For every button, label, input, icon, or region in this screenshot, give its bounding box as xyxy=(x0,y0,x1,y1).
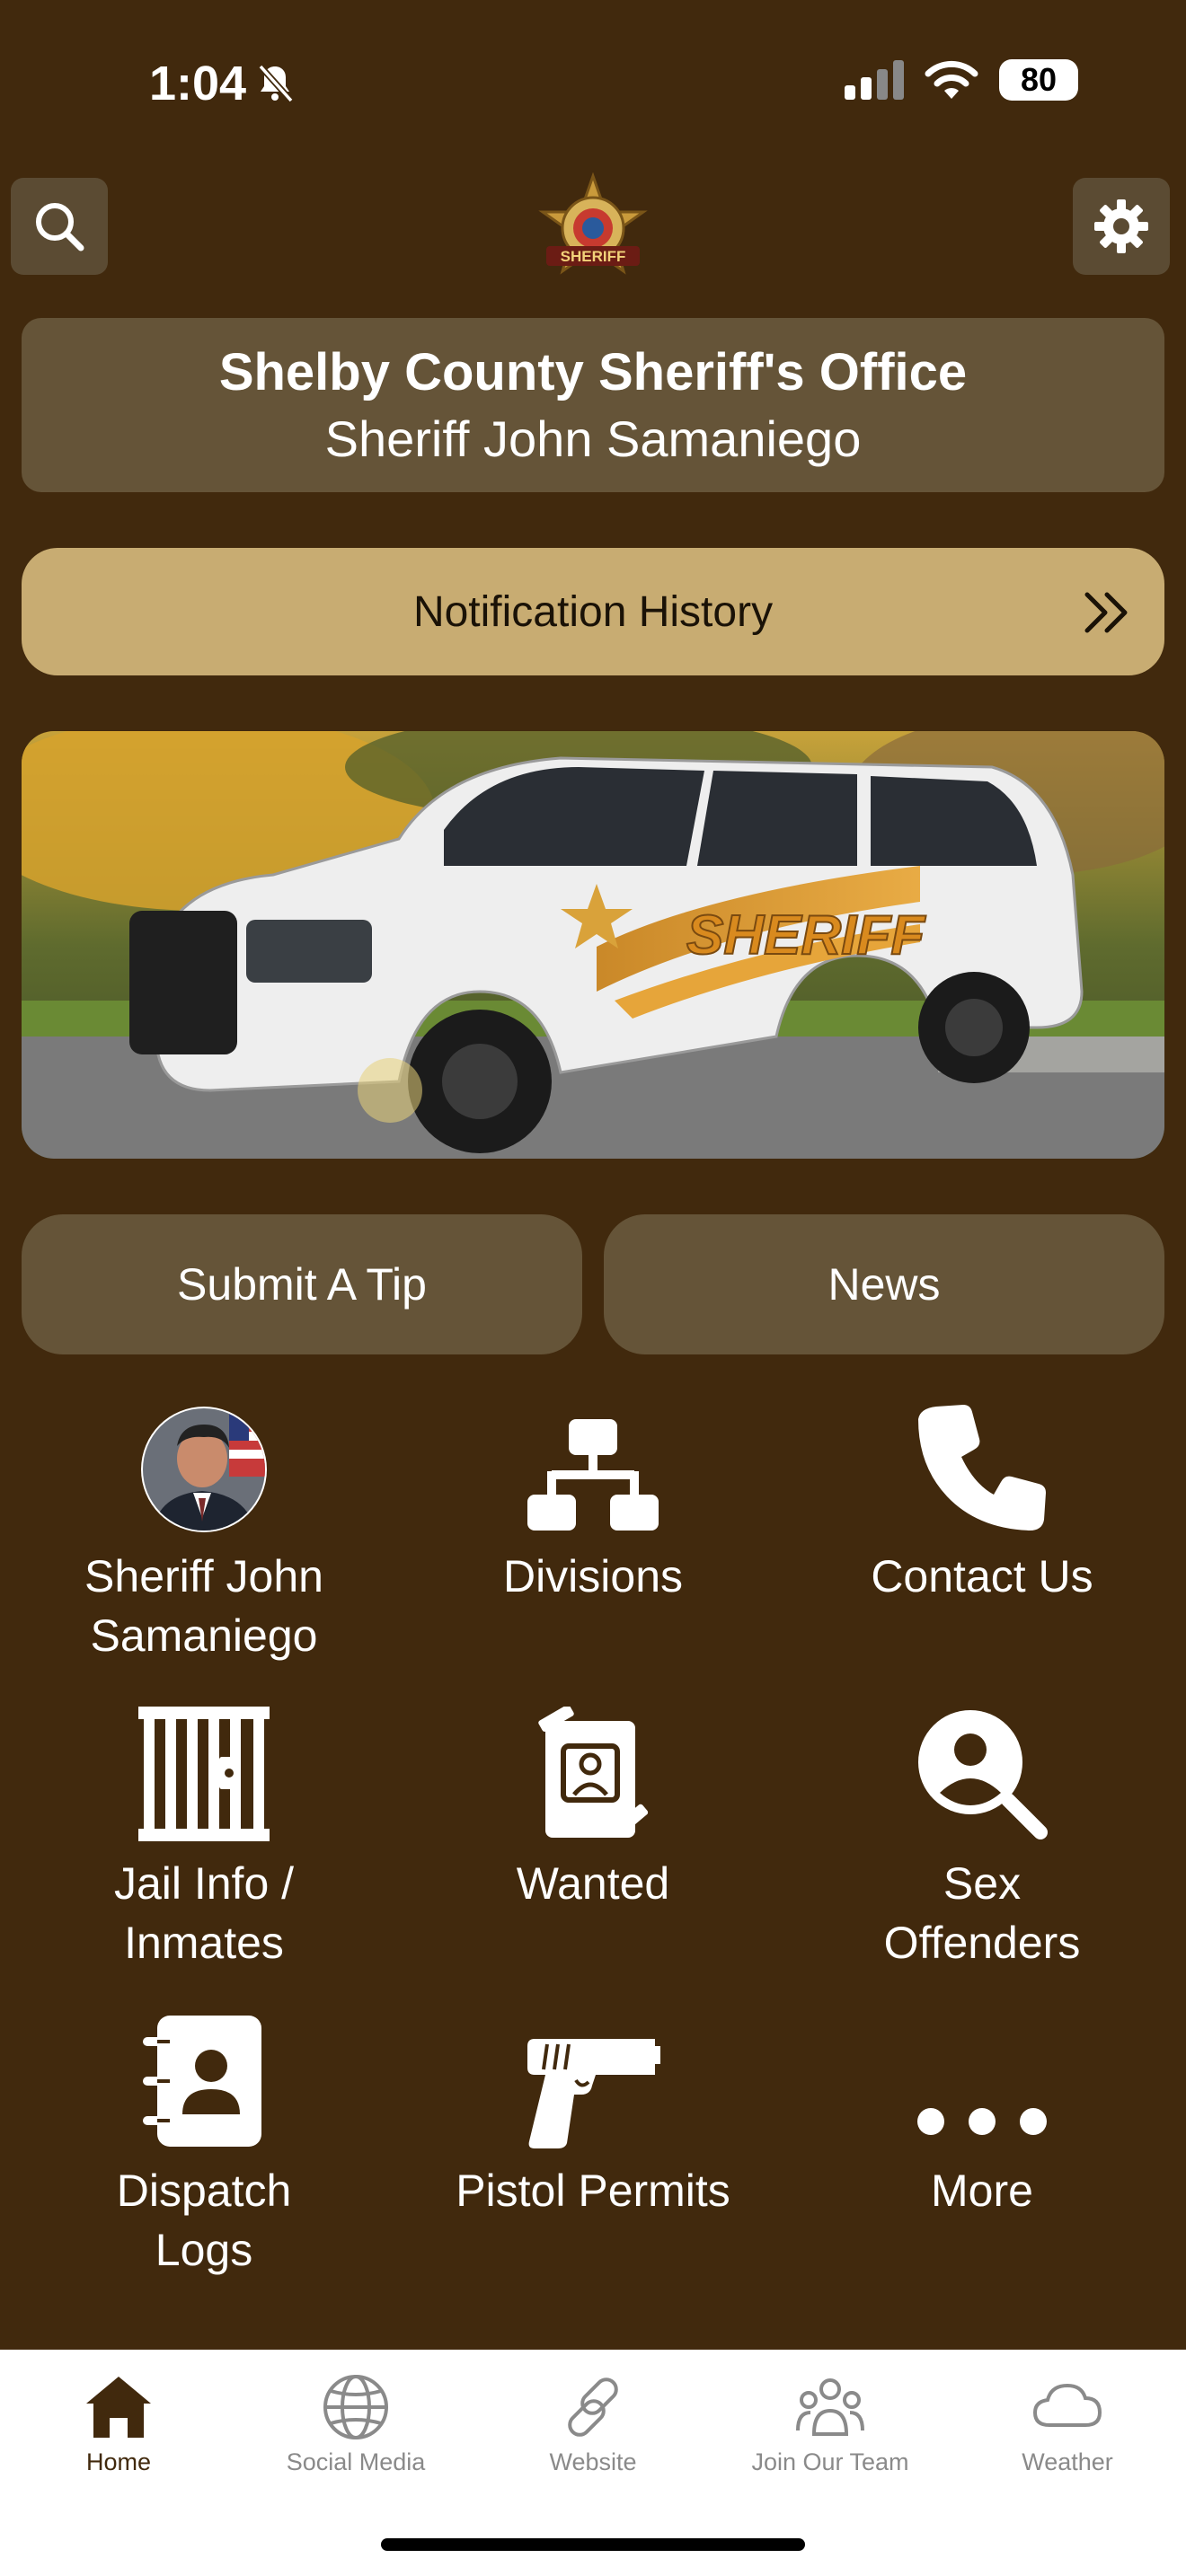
more-dots-icon xyxy=(917,2108,1047,2135)
tab-weather[interactable]: Weather xyxy=(949,2371,1186,2476)
grid-item-contact[interactable]: Contact Us xyxy=(789,1399,1175,1606)
tab-home-label: Home xyxy=(85,2448,152,2475)
grid-label-sex-offenders-line2: Offenders xyxy=(883,1918,1081,1968)
contact-book-icon xyxy=(143,2016,261,2147)
grid-label-dispatch-line2: Logs xyxy=(155,2225,253,2275)
wanted-poster-icon xyxy=(538,1707,649,1838)
notification-history-button[interactable]: Notification History xyxy=(22,548,1164,675)
org-chart-icon xyxy=(527,1419,659,1531)
vehicle-decal-text: SHERIFF xyxy=(686,904,926,966)
double-chevron-right-icon xyxy=(1084,592,1128,633)
jail-bars-icon xyxy=(138,1707,270,1841)
home-icon xyxy=(86,2377,151,2438)
phone-icon xyxy=(918,1405,1046,1531)
grid-item-sheriff[interactable]: Sheriff John Samaniego xyxy=(11,1399,397,1665)
gear-icon xyxy=(1094,199,1148,253)
logo-badge-text: SHERIFF xyxy=(561,248,626,265)
people-icon xyxy=(796,2378,864,2436)
grid-label-sheriff-line1: Sheriff John xyxy=(84,1551,323,1601)
bell-muted-icon xyxy=(255,63,295,107)
hero-image: SHERIFF xyxy=(22,731,1164,1159)
search-icon xyxy=(36,203,84,251)
signal-icon xyxy=(845,60,904,100)
sheriff-avatar xyxy=(139,1399,269,1534)
grid-label-sheriff-line2: Samaniego xyxy=(90,1610,318,1661)
person-search-icon xyxy=(918,1710,1048,1839)
grid-label-more: More xyxy=(931,2166,1033,2216)
tab-join-our-team[interactable]: Join Our Team xyxy=(712,2371,949,2476)
notification-history-label: Notification History xyxy=(412,587,774,636)
tab-website-label: Website xyxy=(549,2448,637,2475)
pistol-icon xyxy=(527,2039,660,2148)
battery-indicator: 80 xyxy=(999,59,1078,101)
status-time: 1:04 xyxy=(149,57,247,110)
grid-label-jail-line2: Inmates xyxy=(124,1918,284,1968)
settings-button[interactable] xyxy=(1073,178,1170,275)
grid-label-dispatch-line1: Dispatch xyxy=(116,2166,292,2216)
wifi-icon xyxy=(925,60,978,99)
sheriff-logo: SHERIFF xyxy=(537,172,649,284)
grid-item-divisions[interactable]: Divisions xyxy=(400,1399,786,1606)
grid-label-pistol: Pistol Permits xyxy=(456,2166,730,2216)
status-indicators: 80 xyxy=(845,59,1078,101)
search-button[interactable] xyxy=(11,178,108,275)
avatar xyxy=(141,1407,267,1532)
cloud-icon xyxy=(1032,2383,1102,2427)
grid-item-jail[interactable]: Jail Info / Inmates xyxy=(11,1707,397,1972)
grid-label-divisions: Divisions xyxy=(502,1551,684,1601)
agency-title: Shelby County Sheriff's Office xyxy=(218,343,968,401)
home-indicator xyxy=(381,2538,805,2551)
submit-tip-button[interactable]: Submit A Tip xyxy=(22,1214,582,1354)
grid-label-jail-line1: Jail Info / xyxy=(113,1858,295,1909)
tab-weather-label: Weather xyxy=(1022,2448,1113,2475)
tab-social-media[interactable]: Social Media xyxy=(237,2371,474,2476)
agency-header-card: Shelby County Sheriff's Office Sheriff J… xyxy=(22,318,1164,492)
grid-item-pistol[interactable]: Pistol Permits xyxy=(400,2014,786,2220)
grid-label-wanted: Wanted xyxy=(516,1858,670,1909)
tab-website[interactable]: Website xyxy=(474,2371,712,2476)
agency-subtitle: Sheriff John Samaniego xyxy=(324,410,862,467)
tab-join-our-team-label: Join Our Team xyxy=(751,2448,909,2475)
grid-item-sex-offenders[interactable]: Sex Offenders xyxy=(789,1707,1175,1972)
grid-item-wanted[interactable]: Wanted xyxy=(400,1707,786,1913)
grid-item-more[interactable]: More xyxy=(789,2014,1175,2220)
grid-label-contact: Contact Us xyxy=(871,1551,1093,1601)
news-button[interactable]: News xyxy=(604,1214,1164,1354)
globe-icon xyxy=(323,2375,388,2439)
grid-label-sex-offenders-line1: Sex xyxy=(943,1858,1022,1909)
tab-social-media-label: Social Media xyxy=(286,2448,426,2475)
tab-home[interactable]: Home xyxy=(0,2371,237,2476)
grid-item-dispatch[interactable]: Dispatch Logs xyxy=(11,2014,397,2280)
link-icon xyxy=(568,2378,618,2437)
